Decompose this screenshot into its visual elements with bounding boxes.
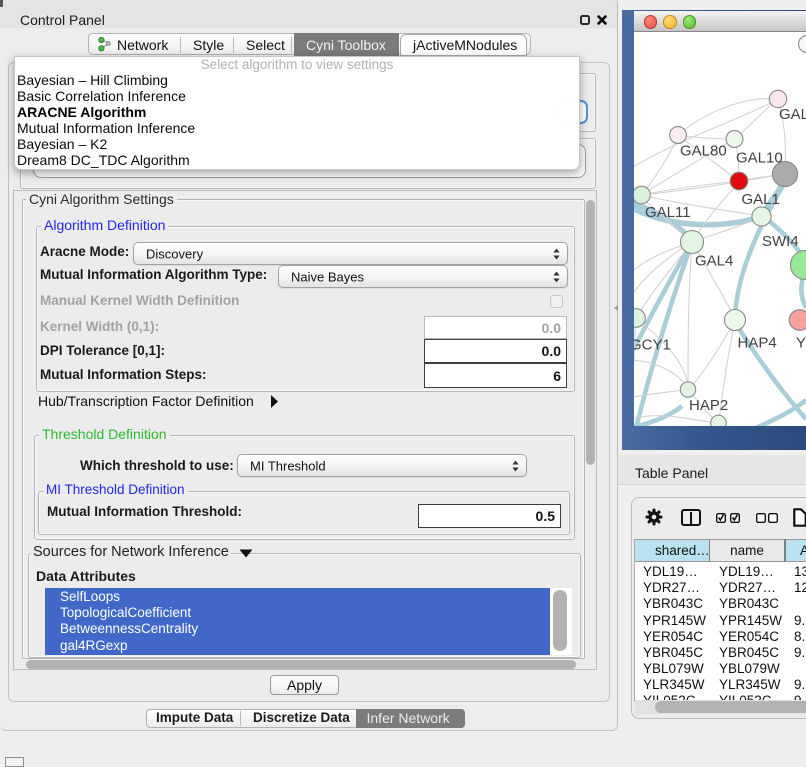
svg-text:HAP2: HAP2 [689,397,728,414]
svg-text:GCY1: GCY1 [634,337,671,354]
svg-text:GAL1: GAL1 [742,191,780,208]
svg-text:GAL11: GAL11 [645,204,691,221]
svg-text:GAL10: GAL10 [736,150,783,167]
svg-text:GAL: GAL [779,106,806,123]
svg-text:SWI4: SWI4 [762,233,799,250]
svg-text:GAL4: GAL4 [695,253,733,270]
svg-text:Y: Y [796,335,806,352]
svg-text:HAP4: HAP4 [738,335,777,352]
svg-text:GAL80: GAL80 [680,143,727,160]
